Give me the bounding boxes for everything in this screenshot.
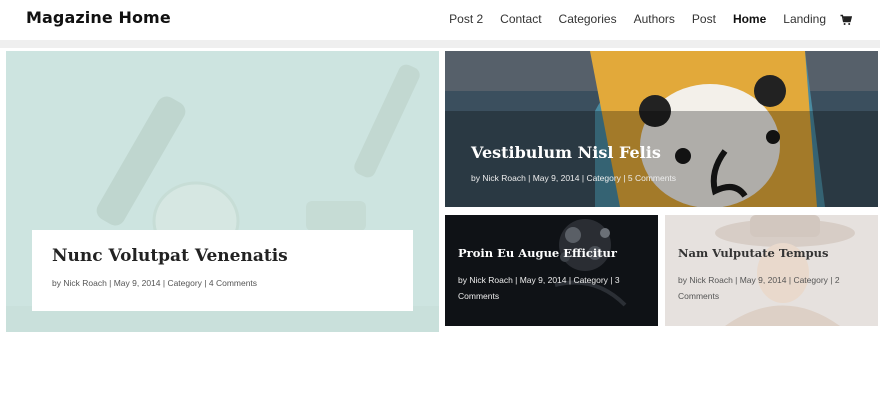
nav-item-authors[interactable]: Authors: [634, 12, 675, 26]
post-title[interactable]: Proin Eu Augue Efficitur: [458, 246, 617, 260]
cart-icon[interactable]: [840, 13, 853, 25]
post-meta: by Nick Roach | May 9, 2014 | Category |…: [52, 278, 258, 288]
nav-item-contact[interactable]: Contact: [500, 12, 541, 26]
nav-item-categories[interactable]: Categories: [559, 12, 617, 26]
post-title[interactable]: Vestibulum Nisl Felis: [471, 143, 661, 162]
post-title[interactable]: Nam Vulputate Tempus: [678, 246, 828, 260]
nav-item-landing[interactable]: Landing: [783, 12, 826, 26]
nav-item-post-2[interactable]: Post 2: [449, 12, 483, 26]
post-title[interactable]: Nunc Volutpat Venenatis: [52, 246, 288, 266]
nav-item-home[interactable]: Home: [733, 12, 766, 26]
post-image: [445, 215, 658, 326]
featured-post-card[interactable]: Nunc Volutpat Venenatis by Nick Roach | …: [6, 51, 439, 332]
site-header: Magazine Home Post 2 Contact Categories …: [0, 0, 880, 40]
main-nav: Post 2 Contact Categories Authors Post H…: [432, 12, 853, 26]
nav-item-post[interactable]: Post: [692, 12, 716, 26]
post-meta: by Nick Roach | May 9, 2014 | Category |…: [471, 173, 677, 183]
post-image: [445, 51, 878, 207]
post-meta: by Nick Roach | May 9, 2014 | Category |…: [678, 275, 840, 301]
post-card[interactable]: Vestibulum Nisl Felis by Nick Roach | Ma…: [445, 51, 878, 207]
site-logo[interactable]: Magazine Home: [26, 8, 171, 27]
header-divider: [0, 40, 880, 48]
post-image: [665, 215, 878, 326]
post-meta: by Nick Roach | May 9, 2014 | Category |…: [458, 275, 620, 301]
post-card[interactable]: Proin Eu Augue Efficitur by Nick Roach |…: [445, 215, 658, 326]
cart-icon-svg: [840, 14, 853, 25]
featured-post-overlay: Nunc Volutpat Venenatis by Nick Roach | …: [32, 230, 413, 311]
post-card[interactable]: Nam Vulputate Tempus by Nick Roach | May…: [665, 215, 878, 326]
